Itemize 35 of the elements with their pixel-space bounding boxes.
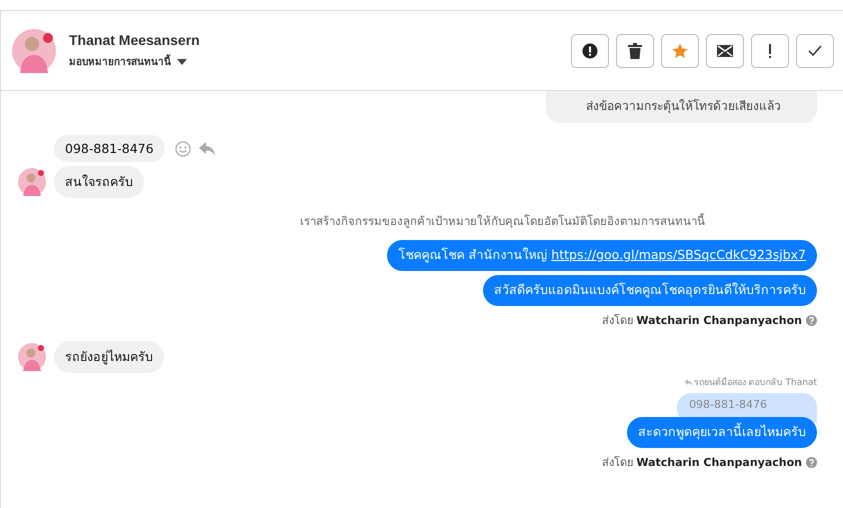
sender-label: ส่งโดย Watcharin Chanpanyachon <box>602 455 802 471</box>
avatar <box>18 168 46 196</box>
help-icon[interactable] <box>806 314 817 326</box>
done-button[interactable] <box>796 34 834 68</box>
trash-icon <box>628 42 642 58</box>
star-icon <box>672 42 688 58</box>
avatar <box>12 28 56 72</box>
alert-icon <box>582 42 598 58</box>
help-icon[interactable] <box>806 456 817 468</box>
important-button[interactable] <box>751 34 789 68</box>
map-link[interactable]: https://goo.gl/maps/SBSqcCdkC923sjbx7 <box>551 247 806 262</box>
system-message: เราสร้างกิจกรรมของลูกค้าเป้าหมายให้กับคุณโดยอัตโนมัติโดยอิงตามการสนทนานี้ <box>299 212 706 230</box>
sender-label: ส่งโดย Watcharin Chanpanyachon <box>602 313 802 329</box>
mail-button[interactable] <box>706 34 744 68</box>
caret-icon <box>177 58 187 64</box>
avatar <box>18 343 46 371</box>
reply-icon <box>684 378 693 386</box>
alert-button[interactable] <box>571 34 609 68</box>
notice-text: ส่งข้อความกระตุ้นให้โทรด้วยเสียงแล้ว <box>586 99 781 113</box>
message-bubble: 098-881-8476 <box>54 135 165 162</box>
message-bubble: สะดวกพูดคุยเวลานี้เลยไหมครับ <box>627 417 817 448</box>
message-text: โชคคูณโชค สำนักงานใหญ่ <box>398 247 548 262</box>
check-icon <box>808 45 822 56</box>
delete-button[interactable] <box>616 34 654 68</box>
emoji-reaction-icon[interactable] <box>174 140 191 156</box>
message-bubble: สวัสดีครับแอดมินแบงค์โชคคูณโชคอุดรยินดีให้บริการครับ <box>483 275 817 306</box>
message-bubble: รถยังอยู่ไหมครับ <box>54 341 164 373</box>
assign-dropdown[interactable]: มอบหมายการสนทนานี้ <box>69 54 200 69</box>
star-button[interactable] <box>661 34 699 68</box>
reply-label: รถยนต์มือสอง ตอบกลับ Thanat <box>694 376 817 389</box>
contact-name: Thanat Meesansern <box>69 32 200 48</box>
exclamation-icon <box>768 44 772 58</box>
reply-icon[interactable] <box>198 142 215 156</box>
mail-icon <box>717 44 733 56</box>
message-bubble: สนใจรถครับ <box>54 166 144 198</box>
